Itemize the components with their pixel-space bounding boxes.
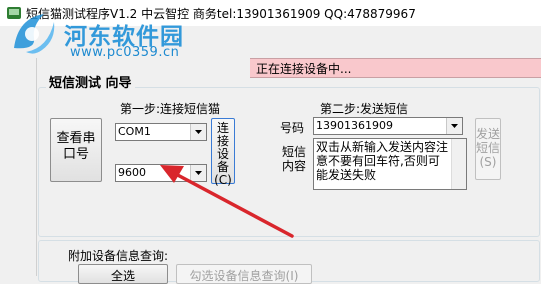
annotation-arrow-icon bbox=[160, 165, 294, 238]
